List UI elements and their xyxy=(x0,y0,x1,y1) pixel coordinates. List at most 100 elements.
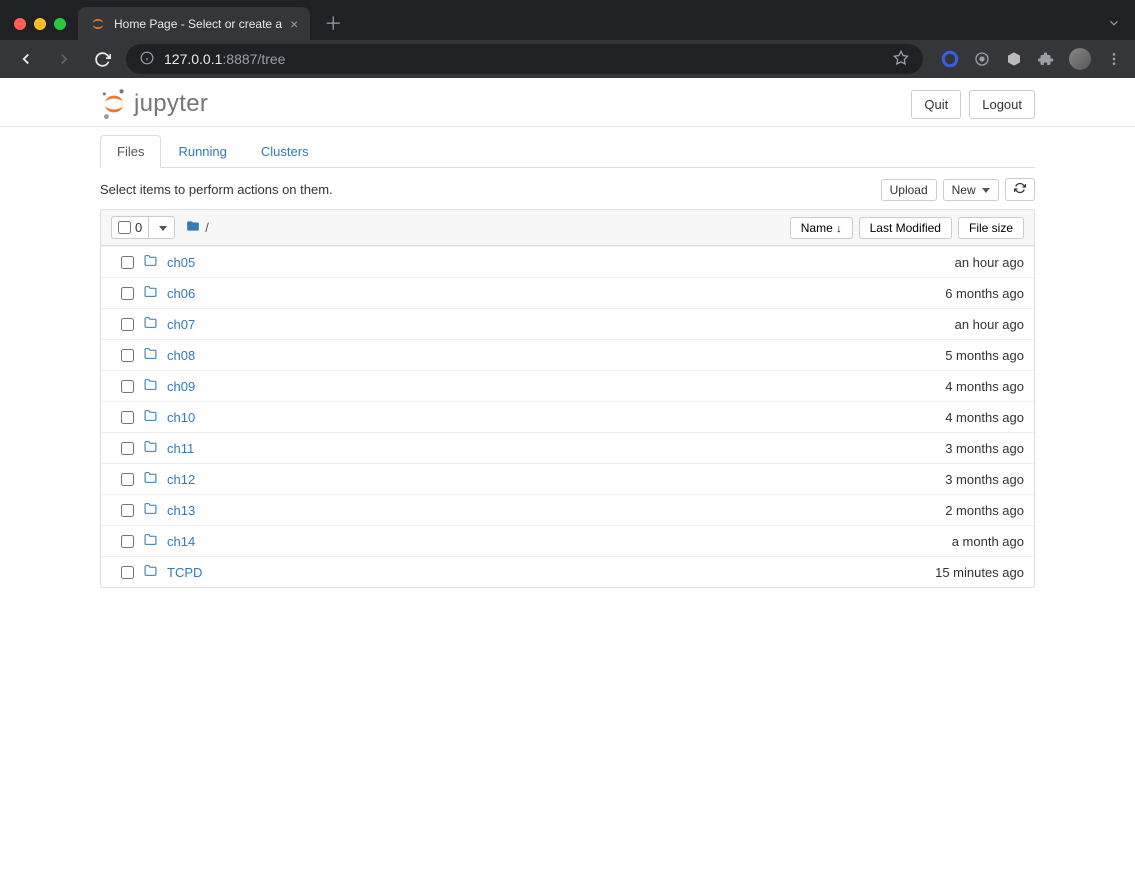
file-link[interactable]: TCPD xyxy=(167,565,202,580)
window-minimize-button[interactable] xyxy=(34,18,46,30)
row-checkbox-wrap xyxy=(111,287,143,300)
file-row: ch07 an hour ago xyxy=(101,308,1034,339)
file-link[interactable]: ch07 xyxy=(167,317,195,332)
row-checkbox[interactable] xyxy=(121,566,134,579)
caret-down-icon xyxy=(159,226,167,231)
folder-icon xyxy=(143,254,163,270)
breadcrumb-separator: / xyxy=(205,220,209,235)
file-toolbar: Select items to perform actions on them.… xyxy=(100,168,1035,209)
logout-button[interactable]: Logout xyxy=(969,90,1035,119)
forward-button[interactable] xyxy=(50,45,78,73)
folder-icon xyxy=(143,347,163,363)
chrome-chevron-icon[interactable] xyxy=(1107,16,1121,33)
file-link[interactable]: ch13 xyxy=(167,503,195,518)
row-checkbox-wrap xyxy=(111,566,143,579)
row-checkbox[interactable] xyxy=(121,473,134,486)
window-maximize-button[interactable] xyxy=(54,18,66,30)
file-row: ch085 months ago xyxy=(101,339,1034,370)
url-path: :8887/tree xyxy=(222,51,285,67)
row-checkbox[interactable] xyxy=(121,256,134,269)
row-checkbox[interactable] xyxy=(121,442,134,455)
chrome-right xyxy=(1107,16,1121,33)
sort-size-button[interactable]: File size xyxy=(958,217,1024,239)
select-count: 0 xyxy=(135,220,142,235)
file-link[interactable]: ch08 xyxy=(167,348,195,363)
extensions-puzzle-icon[interactable] xyxy=(1037,50,1055,68)
row-checkbox-wrap xyxy=(111,411,143,424)
breadcrumb: / xyxy=(185,219,209,236)
row-checkbox-wrap xyxy=(111,318,143,331)
select-all-checkbox[interactable] xyxy=(118,221,131,234)
help-text: Select items to perform actions on them. xyxy=(100,182,333,197)
file-link[interactable]: ch14 xyxy=(167,534,195,549)
file-modified: 4 months ago xyxy=(824,410,1024,425)
profile-avatar[interactable] xyxy=(1069,48,1091,70)
refresh-button[interactable] xyxy=(1005,178,1035,201)
row-checkbox[interactable] xyxy=(121,287,134,300)
row-checkbox[interactable] xyxy=(121,380,134,393)
chrome-menu-icon[interactable] xyxy=(1105,50,1123,68)
browser-chrome: Home Page - Select or create a × ＋ 127.0… xyxy=(0,0,1135,78)
tab-clusters[interactable]: Clusters xyxy=(244,135,326,168)
tab-running[interactable]: Running xyxy=(161,135,243,168)
file-actions: Upload New xyxy=(881,178,1035,201)
file-modified: 2 months ago xyxy=(824,503,1024,518)
file-row: ch09 4 months ago xyxy=(101,370,1034,401)
url-host: 127.0.0.1 xyxy=(164,51,222,67)
file-modified: a month ago xyxy=(824,534,1024,549)
row-checkbox[interactable] xyxy=(121,411,134,424)
file-link[interactable]: ch06 xyxy=(167,286,195,301)
browser-tab-title: Home Page - Select or create a xyxy=(114,17,282,31)
row-checkbox[interactable] xyxy=(121,535,134,548)
extension-circle-icon[interactable] xyxy=(941,50,959,68)
extension-box-icon[interactable] xyxy=(1005,50,1023,68)
row-checkbox[interactable] xyxy=(121,504,134,517)
new-tab-button[interactable]: ＋ xyxy=(324,15,342,33)
address-bar[interactable]: 127.0.0.1:8887/tree xyxy=(126,44,923,74)
main-container: Files Running Clusters Select items to p… xyxy=(0,135,1135,588)
extension-disc-icon[interactable] xyxy=(973,50,991,68)
folder-icon xyxy=(143,440,163,456)
reload-button[interactable] xyxy=(88,45,116,73)
bookmark-star-icon[interactable] xyxy=(893,50,909,69)
row-checkbox-wrap xyxy=(111,380,143,393)
row-checkbox-wrap xyxy=(111,349,143,362)
file-link[interactable]: ch09 xyxy=(167,379,195,394)
row-checkbox-wrap xyxy=(111,504,143,517)
folder-root-icon[interactable] xyxy=(185,219,201,236)
file-link[interactable]: ch12 xyxy=(167,472,195,487)
browser-tab-active[interactable]: Home Page - Select or create a × xyxy=(78,7,310,41)
file-modified: 3 months ago xyxy=(824,472,1024,487)
folder-icon xyxy=(143,471,163,487)
quit-button[interactable]: Quit xyxy=(911,90,961,119)
browser-toolbar: 127.0.0.1:8887/tree xyxy=(0,40,1135,78)
sort-modified-button[interactable]: Last Modified xyxy=(859,217,952,239)
select-all-checkbox-wrap[interactable]: 0 xyxy=(112,217,148,238)
tab-files[interactable]: Files xyxy=(100,135,161,168)
sort-name-button[interactable]: Name ↓ xyxy=(790,217,853,239)
back-button[interactable] xyxy=(12,45,40,73)
file-link[interactable]: ch11 xyxy=(167,441,194,456)
file-modified: 4 months ago xyxy=(824,379,1024,394)
site-info-icon[interactable] xyxy=(140,51,154,68)
upload-button[interactable]: Upload xyxy=(881,179,937,201)
file-modified: an hour ago xyxy=(824,317,1024,332)
row-checkbox-wrap xyxy=(111,442,143,455)
window-close-button[interactable] xyxy=(14,18,26,30)
file-link[interactable]: ch10 xyxy=(167,410,195,425)
file-list: ch05an hour agoch066 months agoch07an ho… xyxy=(100,246,1035,588)
window-controls: Home Page - Select or create a × ＋ xyxy=(0,0,1135,40)
traffic-lights xyxy=(14,18,66,30)
row-checkbox[interactable] xyxy=(121,349,134,362)
new-button[interactable]: New xyxy=(943,179,999,201)
folder-icon xyxy=(143,378,163,394)
row-checkbox[interactable] xyxy=(121,318,134,331)
select-all-dropdown[interactable] xyxy=(148,217,174,238)
extension-icons xyxy=(941,48,1123,70)
jupyter-logo[interactable]: jupyter xyxy=(100,88,208,120)
file-row: ch12 3 months ago xyxy=(101,463,1034,494)
file-link[interactable]: ch05 xyxy=(167,255,195,270)
jupyter-favicon xyxy=(90,16,106,32)
tab-close-icon[interactable]: × xyxy=(290,17,298,31)
file-row: ch13 2 months ago xyxy=(101,494,1034,525)
